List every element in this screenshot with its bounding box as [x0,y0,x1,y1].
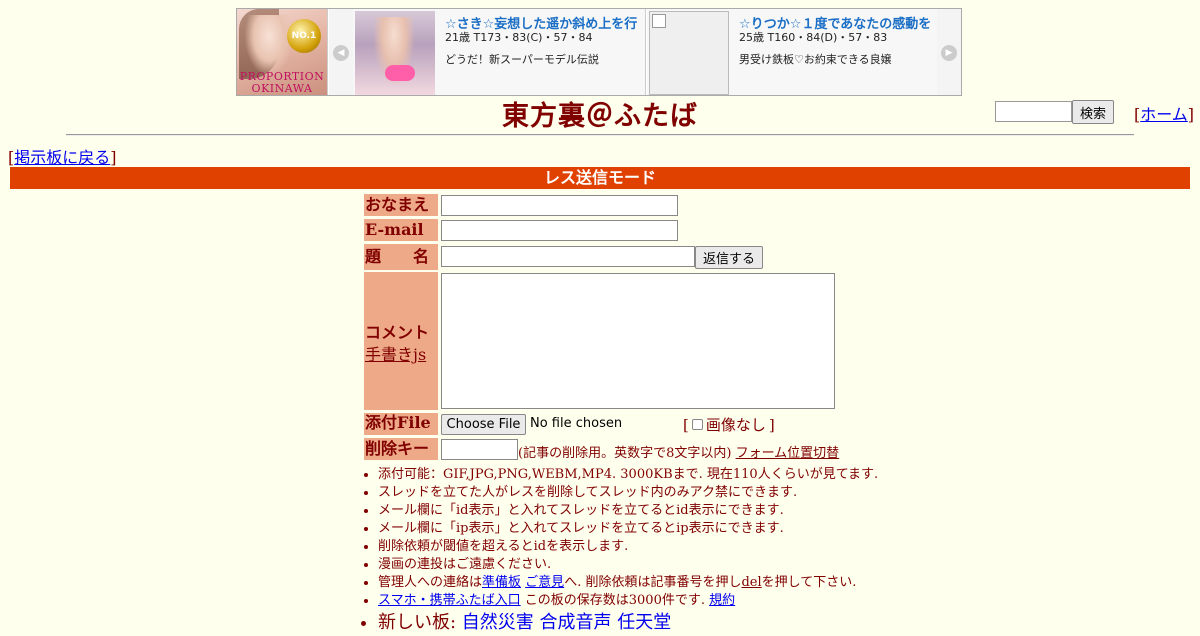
ad-next-button[interactable]: ▶ [937,9,961,95]
delkey-hint-text: (記事の削除用。英数字で8文字以内) [518,446,732,461]
del-link[interactable]: del [741,575,761,590]
comment-textarea[interactable] [441,273,835,409]
contact-rule-item: 管理人への連絡は準備板 ご意見へ. 削除依頼は記事番号を押しdelを押して下さい… [378,574,878,592]
board-rules-list: 添付可能：GIF,JPG,PNG,WEBM,MP4. 3000KBまで. 現在1… [360,466,878,636]
no-image-option: [ 画像なし ] [683,414,775,435]
prep-board-link[interactable]: 準備板 [482,575,521,590]
rule-item: 添付可能：GIF,JPG,PNG,WEBM,MP4. 3000KBまで. 現在1… [378,466,878,484]
terms-link[interactable]: 規約 [709,593,735,608]
chevron-left-icon: ◀ [333,45,349,61]
rule-item: スレッドを立てた人がレスを削除してスレッド内のみアク禁にできます. [378,484,878,502]
ad-prev-button[interactable]: ◀ [329,9,354,95]
ad-logo[interactable]: NO.1 PROPORTION OKINAWA [237,9,328,95]
subject-input[interactable] [441,246,695,267]
rule-item: 削除依頼が閾値を超えるとidを表示します. [378,538,878,556]
handwrite-link[interactable]: 手書きjs [365,341,426,365]
ad-card-spec: 21歳 T173・83(C)・57・84 [445,31,593,44]
no-image-checkbox[interactable] [691,419,703,430]
choose-file-button[interactable]: Choose File [441,414,526,435]
ad-card-spec: 25歳 T160・84(D)・57・83 [739,31,888,44]
ad-thumbnail[interactable] [355,11,435,95]
email-input[interactable] [441,220,678,241]
name-input[interactable] [441,195,678,216]
file-status: No file chosen [530,416,623,431]
contact-suffix: を押して下さい. [761,575,857,590]
ad-card[interactable]: ☆さき☆妄想した遥か斜め上を行 21歳 T173・83(C)・57・84 どうだ… [353,9,646,95]
delkey-hint: (記事の削除用。英数字で8文字以内) フォーム位置切替 [518,442,839,461]
contact-middle: へ. 削除依頼は記事番号を押し [564,575,742,590]
search-button[interactable]: 検索 [1072,100,1114,124]
mobile-entrance-link[interactable]: スマホ・携帯ふたば入口 [378,593,521,608]
delkey-label: 削除キー [364,438,438,460]
logo-model-image [245,15,293,75]
search-input[interactable] [995,101,1072,122]
logo-brand-line2: OKINAWA [251,82,313,95]
rule-item: メール欄に「id表示」と入れてスレッドを立てるとid表示にできます. [378,502,878,520]
comment-label-cell: コメント 手書きjs [364,272,438,410]
divider [66,134,1134,136]
submit-reply-button[interactable]: 返信する [695,246,763,269]
bracket-open: [ [683,415,689,434]
ad-banner[interactable]: NO.1 PROPORTION OKINAWA ◀ ☆さき☆妄想した遥か斜め上を… [236,8,962,96]
ad-card-desc: 男受け鉄板♡お約束できる良嬢 [739,53,892,66]
logo-badge: NO.1 [287,19,321,53]
ad-card-desc: どうだ！新スーパーモデル伝説 [445,53,599,66]
bracket-close: ] [768,415,775,434]
subject-label: 題 名 [364,244,438,270]
chevron-right-icon: ▶ [941,45,957,61]
mobile-rule-item: スマホ・携帯ふたば入口 この板の保存数は3000件です. 規約 [378,592,878,610]
name-label: おなまえ [364,194,438,216]
file-label: 添付File [364,413,438,435]
new-boards-item: 新しい板: 自然災害 合成音声 任天堂 [378,610,878,636]
feedback-link[interactable]: ご意見 [525,575,564,590]
home-link[interactable]: ホーム [1140,105,1188,124]
comment-label: コメント [365,323,430,342]
home-link-wrapper: [ホーム] [1134,105,1195,124]
rule-item: メール欄に「ip表示」と入れてスレッドを立てるとip表示にできます. [378,520,878,538]
ad-card[interactable]: ☆りつか☆１度であなたの感動を 25歳 T160・84(D)・57・83 男受け… [647,9,938,95]
contact-prefix: 管理人への連絡は [378,575,483,590]
broken-image-icon [652,14,666,28]
ad-thumbnail-broken[interactable] [649,11,729,95]
delete-key-input[interactable] [441,439,518,460]
archive-limit-text: この板の保存数は3000件です. [520,593,705,608]
no-image-label: 画像なし [705,416,766,434]
logo-brand: PROPORTION OKINAWA [237,71,327,95]
back-link-wrapper: [掲示板に戻る] [8,148,117,167]
rule-item: 漫画の連投はご遠慮ください. [378,556,878,574]
email-label: E-mail [364,219,438,241]
reply-mode-banner: レス送信モード [10,167,1190,189]
back-to-board-link[interactable]: 掲示板に戻る [14,148,110,167]
form-position-toggle-link[interactable]: フォーム位置切替 [736,446,840,461]
